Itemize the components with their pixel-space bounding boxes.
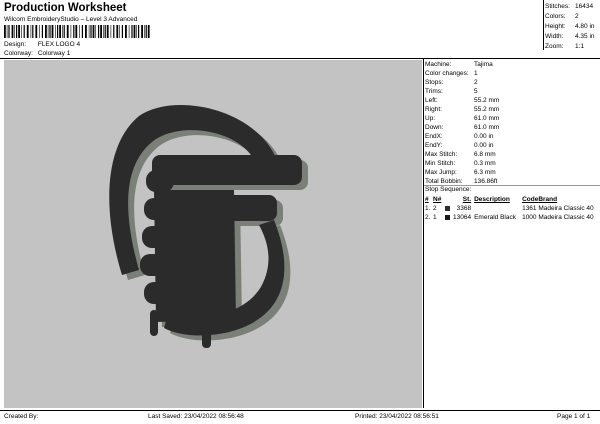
summary-panel: Stitches: 16434 Colors: 2 Height: 4.80 in W…	[545, 2, 599, 52]
info-value: 6.3 mm	[474, 169, 496, 176]
row-index: 1.	[425, 205, 431, 212]
row-stitches: 13064	[453, 214, 472, 221]
col-index: #	[425, 196, 429, 203]
page-number: Page 1 of 1	[557, 413, 591, 420]
summary-value: 16434	[575, 3, 594, 10]
info-value: 55.2 mm	[474, 106, 500, 113]
panel-divider	[423, 58, 424, 408]
summary-label: Stitches:	[545, 3, 570, 10]
info-value: 61.0 mm	[474, 124, 500, 131]
summary-divider	[543, 0, 544, 50]
info-value: 0.00 in	[474, 142, 494, 149]
summary-label: Colors:	[545, 13, 566, 20]
info-value: 5	[474, 88, 478, 95]
design-label: Design:	[4, 41, 27, 48]
colorway-value: Colorway 1	[37, 50, 71, 57]
info-value: 61.0 mm	[474, 115, 500, 122]
design-preview	[4, 60, 422, 408]
created-by: Created By:	[4, 413, 39, 420]
summary-label: Width:	[545, 33, 564, 40]
colorway-label: Colorway:	[4, 50, 33, 57]
summary-value: 4.35 in	[575, 33, 595, 40]
machine-info-panel: Machine: Tajima Color changes: 1 Stops: 2 T…	[425, 60, 600, 186]
row-needle: 1	[433, 214, 437, 221]
printed-date: Printed: 23/04/2022 08:56:51	[355, 413, 439, 420]
col-code: Code	[522, 196, 539, 203]
info-label: Machine:	[425, 61, 452, 68]
last-saved: Last Saved: 23/04/2022 08:56:48	[148, 413, 244, 420]
table-row: 2. 1 13064 Emerald Black 1000 Madeira Cl…	[425, 213, 599, 222]
row-code: 1361	[522, 205, 537, 212]
info-label: Left:	[425, 97, 438, 104]
row-needle: 2	[433, 205, 437, 212]
footer-divider	[0, 410, 600, 411]
col-description: Description	[474, 196, 510, 203]
info-label: Max Stitch:	[425, 151, 458, 158]
stop-sequence-title: Stop Sequence:	[425, 186, 472, 193]
color-swatch	[445, 213, 453, 222]
page-title: Production Worksheet	[4, 2, 127, 14]
info-label: Color changes:	[425, 70, 469, 77]
info-value: 1	[474, 70, 478, 77]
col-swatch	[445, 195, 453, 204]
design-value: FLEX LOGO 4	[37, 41, 81, 48]
info-label: Down:	[425, 124, 444, 131]
info-value: 2	[474, 79, 478, 86]
color-swatch	[445, 204, 453, 213]
col-needle: N#	[433, 196, 442, 203]
row-description: Emerald Black	[474, 214, 516, 221]
design-row: Design: FLEX LOGO 4	[4, 41, 80, 48]
row-brand: Madeira Classic 40	[538, 205, 594, 212]
colorway-row: Colorway: Colorway 1	[4, 50, 70, 57]
stop-sequence-table: # N# St. Description Code Brand 1. 2 336…	[425, 195, 599, 222]
info-label: Stops:	[425, 79, 444, 86]
embroidery-logo	[109, 105, 308, 348]
barcode	[4, 25, 150, 38]
summary-label: Height:	[545, 23, 566, 30]
info-value: 136.86ft	[474, 178, 498, 185]
info-value: 0.00 in	[474, 133, 494, 140]
info-value: 0.3 mm	[474, 160, 496, 167]
info-label: Right:	[425, 106, 442, 113]
row-code: 1000	[522, 214, 537, 221]
col-stitches: St.	[462, 196, 472, 203]
col-brand: Brand	[538, 196, 558, 203]
table-row: 1. 2 3368 1361 Madeira Classic 40	[425, 204, 599, 213]
info-value: 55.2 mm	[474, 97, 500, 104]
info-label: EndY:	[425, 142, 443, 149]
info-label: Up:	[425, 115, 436, 122]
summary-value: 2	[575, 13, 579, 20]
summary-value: 4.80 in	[575, 23, 595, 30]
row-stitches: 3368	[456, 205, 472, 212]
software-subtitle: Wilcom EmbroideryStudio – Level 3 Advanc…	[4, 16, 138, 23]
info-value: Tajima	[474, 61, 493, 68]
summary-value: 1:1	[575, 43, 585, 50]
info-label: Min Stitch:	[425, 160, 456, 167]
info-label: Max Jump:	[425, 169, 457, 176]
summary-label: Zoom:	[545, 43, 564, 50]
header-divider	[0, 58, 600, 59]
row-description	[474, 204, 522, 213]
row-brand: Madeira Classic 40	[538, 214, 594, 221]
table-header-row: # N# St. Description Code Brand	[425, 195, 599, 204]
row-index: 2.	[425, 214, 431, 221]
info-label: EndX:	[425, 133, 443, 140]
info-value: 6.8 mm	[474, 151, 496, 158]
info-label: Trims:	[425, 88, 443, 95]
